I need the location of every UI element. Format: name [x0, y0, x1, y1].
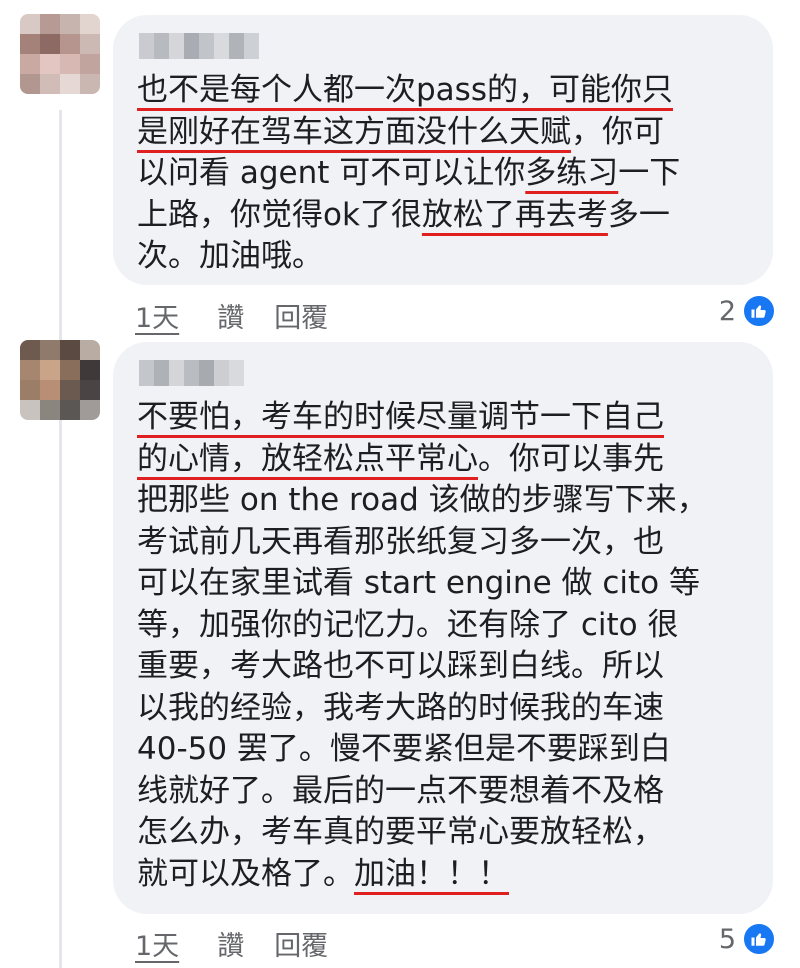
- underlined-text: 放松了再去考: [421, 196, 608, 233]
- underlined-text: 也不是每个人都一次pass的: [137, 72, 518, 108]
- underlined-text: 可能你只: [548, 72, 673, 108]
- comment-actions: 1天 讚 回覆: [135, 924, 328, 963]
- thread-line: [59, 110, 62, 968]
- avatar[interactable]: [20, 14, 100, 94]
- comment-bubble: 不要怕，考车的时候尽量调节一下自己 的心情，放轻松点平常心。你可以事先 把那些 …: [113, 342, 773, 914]
- avatar[interactable]: [20, 340, 100, 420]
- comment-age-link[interactable]: 1天: [135, 924, 179, 963]
- reaction-count: 5: [718, 923, 736, 955]
- like-button[interactable]: 讚: [217, 296, 244, 335]
- comment-actions: 1天 讚 回覆: [135, 296, 328, 335]
- reactions[interactable]: 5: [719, 922, 776, 956]
- reply-button[interactable]: 回覆: [274, 296, 328, 335]
- underlined-text: 是刚好在驾车这方面没什么天赋: [137, 113, 571, 150]
- thumbs-up-icon: [742, 922, 776, 956]
- comment-text-segment: 。你可以事先 把那些 on the road 该做的步骤写下来， 考试前几天再看…: [137, 440, 708, 892]
- comment-text: 也不是每个人都一次pass的，可能你只 是刚好在驾车这方面没什么天赋，你可 以问…: [137, 70, 749, 278]
- like-button[interactable]: 讚: [217, 924, 244, 963]
- commenter-name[interactable]: [139, 360, 244, 386]
- reply-button[interactable]: 回覆: [274, 924, 328, 963]
- comment-age-link[interactable]: 1天: [135, 296, 179, 335]
- comment-text: 不要怕，考车的时候尽量调节一下自己 的心情，放轻松点平常心。你可以事先 把那些 …: [137, 397, 749, 895]
- underlined-text: ，: [517, 72, 549, 108]
- commenter-name[interactable]: [139, 33, 259, 59]
- underlined-text: 多练习: [525, 155, 619, 191]
- reactions[interactable]: 2: [719, 294, 776, 328]
- underlined-text: 的心情，放轻松点平常心: [137, 440, 478, 477]
- underlined-text: 加油！！！: [354, 855, 509, 892]
- reaction-count: 2: [718, 295, 736, 327]
- thumbs-up-icon: [742, 294, 776, 328]
- underlined-text: 不要怕，考车的时候尽量调节一下自己: [137, 399, 664, 435]
- comment-bubble: 也不是每个人都一次pass的，可能你只 是刚好在驾车这方面没什么天赋，你可 以问…: [113, 15, 773, 285]
